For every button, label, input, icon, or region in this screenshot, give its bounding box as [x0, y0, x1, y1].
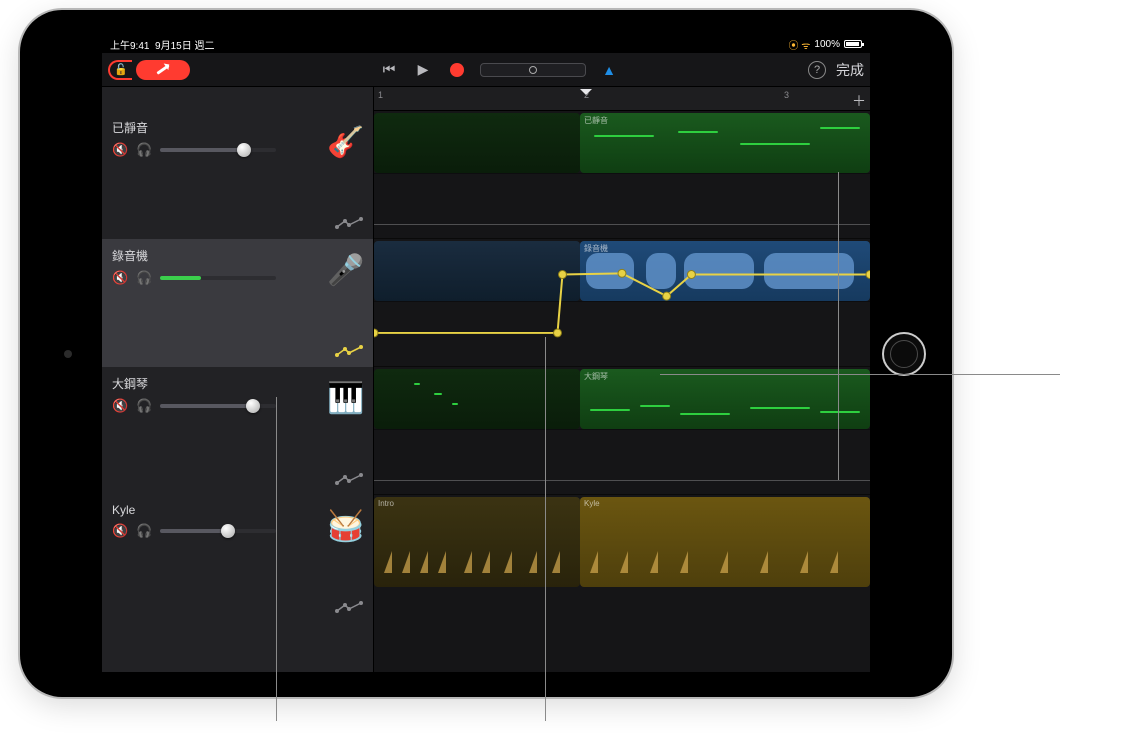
battery-icon — [844, 40, 862, 48]
app-screen: 上午9:41 9月15日 週二 ⦿ ᯤ 100% 🔓 ⏮ — [102, 35, 870, 672]
metronome-button[interactable]: ▲ — [598, 59, 620, 81]
add-section-button[interactable]: ＋ — [852, 91, 866, 111]
go-to-start-button[interactable]: ⏮ — [378, 59, 400, 81]
question-icon: ? — [814, 64, 820, 76]
region-piano-dim[interactable] — [374, 369, 580, 429]
region-label: 大鋼琴 — [584, 372, 608, 381]
scrubber-thumb[interactable] — [529, 66, 537, 74]
region-bass[interactable]: 已靜音 — [580, 113, 870, 173]
track-header-panel: 已靜音 🔇 🎧 🎸 錄音 — [102, 87, 374, 672]
volume-slider[interactable] — [160, 276, 276, 280]
lanes: 已靜音 錄音機 — [374, 111, 870, 672]
automation-button[interactable] — [335, 471, 363, 487]
record-button[interactable] — [446, 59, 468, 81]
callout-line-automation-button — [276, 397, 277, 721]
region-drums-intro[interactable]: Intro — [374, 497, 580, 587]
region-drums[interactable]: Kyle — [580, 497, 870, 587]
timeline[interactable]: 1 2 3 ＋ 已靜音 — [374, 87, 870, 672]
track-name: Kyle — [112, 503, 363, 517]
position-scrubber[interactable] — [480, 63, 586, 77]
track-header-drums[interactable]: Kyle 🔇 🎧 🥁 — [102, 495, 373, 623]
track-header-bass[interactable]: 已靜音 🔇 🎧 🎸 — [102, 111, 373, 239]
mute-icon[interactable]: 🔇 — [112, 142, 128, 158]
callout-line-track — [660, 374, 1060, 375]
status-time: 上午9:41 — [110, 41, 149, 52]
play-button[interactable]: ▶ — [412, 59, 434, 81]
mute-icon[interactable]: 🔇 — [112, 270, 128, 286]
headphone-icon[interactable]: 🎧 — [136, 142, 152, 158]
status-bar: 上午9:41 9月15日 週二 ⦿ ᯤ 100% — [102, 35, 870, 53]
wifi-icon: ⦿ ᯤ — [789, 37, 811, 52]
instrument-mic-icon[interactable]: 🎤 — [327, 251, 365, 289]
ruler[interactable]: 1 2 3 ＋ — [374, 87, 870, 111]
track-name: 已靜音 — [112, 119, 363, 136]
region-label: 已靜音 — [584, 116, 608, 125]
instrument-bass-icon[interactable]: 🎸 — [327, 123, 365, 161]
region-label: 錄音機 — [584, 244, 608, 253]
automation-button[interactable] — [335, 343, 363, 359]
edit-area: 已靜音 🔇 🎧 🎸 錄音 — [102, 87, 870, 672]
region-bass-dim[interactable] — [374, 113, 580, 173]
instrument-piano-icon[interactable]: 🎹 — [327, 379, 365, 417]
region-piano[interactable]: 大鋼琴 — [580, 369, 870, 429]
status-right-cluster: ⦿ ᯤ 100% — [789, 37, 863, 52]
mute-icon[interactable]: 🔇 — [112, 398, 128, 414]
ruler-tick: 1 — [378, 90, 383, 100]
edit-mode-button[interactable] — [136, 60, 190, 80]
headphone-icon[interactable]: 🎧 — [136, 523, 152, 539]
volume-slider[interactable] — [160, 148, 276, 152]
region-label: Intro — [378, 499, 394, 508]
playhead-icon[interactable] — [580, 89, 592, 101]
prev-track-icon: ⏮ — [383, 61, 396, 78]
headphone-icon[interactable]: 🎧 — [136, 270, 152, 286]
home-button[interactable] — [882, 332, 926, 376]
callout-line-right-border — [838, 172, 839, 480]
mute-icon[interactable]: 🔇 — [112, 523, 128, 539]
ruler-tick: 3 — [784, 90, 789, 100]
track-header-mic[interactable]: 錄音機 🔇 🎧 🎤 — [102, 239, 373, 367]
volume-slider[interactable] — [160, 404, 276, 408]
pencil-icon — [156, 64, 169, 74]
lane-piano[interactable]: 大鋼琴 — [374, 367, 870, 495]
automation-button[interactable] — [335, 215, 363, 231]
region-label: Kyle — [584, 499, 600, 508]
record-icon — [450, 63, 464, 77]
automation-button[interactable] — [335, 599, 363, 615]
battery-percent: 100% — [814, 39, 840, 50]
callout-line-automation-point — [545, 337, 546, 721]
done-button[interactable]: 完成 — [836, 60, 864, 80]
region-mic-dim[interactable] — [374, 241, 580, 301]
help-button[interactable]: ? — [808, 61, 826, 79]
unlock-icon: 🔓 — [114, 63, 128, 76]
ipad-device-frame: 上午9:41 9月15日 週二 ⦿ ᯤ 100% 🔓 ⏮ — [20, 10, 952, 697]
lane-drums[interactable]: Intro Kyle — [374, 495, 870, 627]
metronome-icon: ▲ — [602, 62, 616, 78]
lane-bass[interactable]: 已靜音 — [374, 111, 870, 239]
headphone-icon[interactable]: 🎧 — [136, 398, 152, 414]
track-name: 錄音機 — [112, 247, 363, 264]
lane-mic[interactable]: 錄音機 — [374, 239, 870, 367]
unlock-button[interactable]: 🔓 — [108, 60, 132, 80]
track-name: 大鋼琴 — [112, 375, 363, 392]
top-toolbar: 🔓 ⏮ ▶ ▲ — [102, 53, 870, 87]
track-header-piano[interactable]: 大鋼琴 🔇 🎧 🎹 — [102, 367, 373, 495]
front-camera — [64, 350, 72, 358]
instrument-drums-icon[interactable]: 🥁 — [327, 507, 365, 545]
status-date: 9月15日 週二 — [155, 41, 214, 52]
region-mic[interactable]: 錄音機 — [580, 241, 870, 301]
play-icon: ▶ — [418, 61, 429, 78]
status-time-date: 上午9:41 9月15日 週二 — [110, 37, 215, 52]
volume-slider[interactable] — [160, 529, 276, 533]
